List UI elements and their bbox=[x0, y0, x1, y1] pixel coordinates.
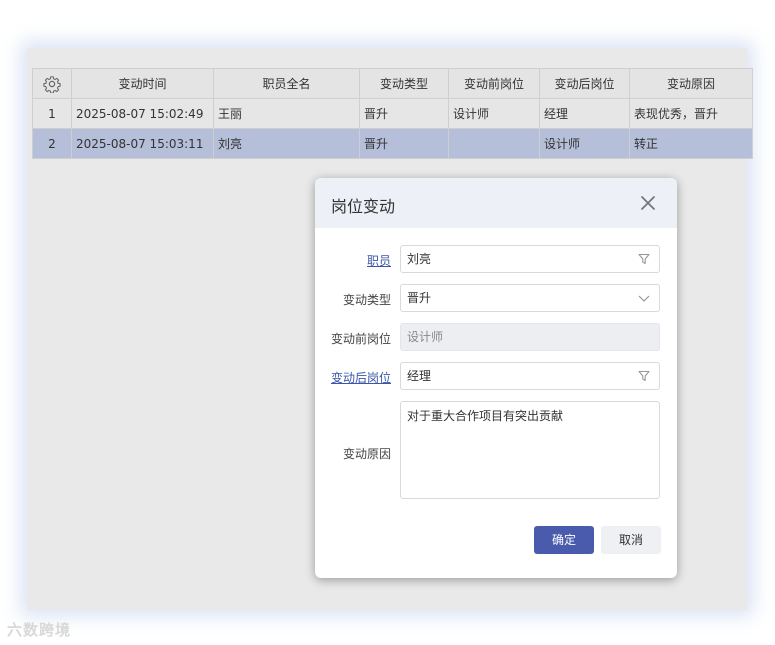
header-name[interactable]: 职员全名 bbox=[213, 68, 360, 99]
gear-icon[interactable] bbox=[43, 75, 61, 93]
change-table: 变动时间 职员全名 变动类型 变动前岗位 变动后岗位 变动原因 1 2025-0… bbox=[32, 68, 753, 159]
cell-name: 王丽 bbox=[213, 98, 360, 129]
table-header-row: 变动时间 职员全名 变动类型 变动前岗位 变动后岗位 变动原因 bbox=[32, 68, 753, 99]
cell-type: 晋升 bbox=[359, 98, 449, 129]
header-reason[interactable]: 变动原因 bbox=[629, 68, 753, 99]
position-change-dialog: 岗位变动 职员 刘亮 变动类型 晋升 变动前岗位 设计师 变动后岗位 经理 变动… bbox=[315, 178, 677, 578]
cell-type: 晋升 bbox=[359, 128, 449, 159]
employee-value: 刘亮 bbox=[407, 252, 432, 266]
row-number: 2 bbox=[32, 128, 72, 159]
table-row-selected[interactable]: 2 2025-08-07 15:03:11 刘亮 晋升 设计师 转正 bbox=[32, 128, 753, 159]
before-label: 变动前岗位 bbox=[330, 332, 391, 346]
type-select[interactable]: 晋升 bbox=[400, 284, 660, 312]
header-type[interactable]: 变动类型 bbox=[359, 68, 449, 99]
cell-time: 2025-08-07 15:03:11 bbox=[71, 128, 214, 159]
after-value: 经理 bbox=[407, 369, 432, 383]
after-label-link[interactable]: 变动后岗位 bbox=[331, 369, 391, 386]
type-label: 变动类型 bbox=[342, 293, 391, 307]
row-number: 1 bbox=[32, 98, 72, 129]
header-time[interactable]: 变动时间 bbox=[71, 68, 214, 99]
cell-after: 设计师 bbox=[539, 128, 630, 159]
before-field-disabled: 设计师 bbox=[400, 323, 660, 351]
watermark: 六数跨境 bbox=[7, 619, 71, 640]
filter-icon[interactable] bbox=[637, 252, 651, 266]
reason-label: 变动原因 bbox=[342, 447, 391, 461]
employee-field[interactable]: 刘亮 bbox=[400, 245, 660, 273]
header-after[interactable]: 变动后岗位 bbox=[539, 68, 630, 99]
cell-reason: 表现优秀，晋升 bbox=[629, 98, 753, 129]
cell-before bbox=[448, 128, 540, 159]
filter-icon[interactable] bbox=[637, 369, 651, 383]
type-value: 晋升 bbox=[407, 291, 432, 305]
before-placeholder: 设计师 bbox=[407, 330, 444, 344]
dialog-header: 岗位变动 bbox=[315, 178, 677, 228]
dialog-title: 岗位变动 bbox=[331, 197, 396, 216]
cancel-button[interactable]: 取消 bbox=[601, 526, 661, 554]
after-field[interactable]: 经理 bbox=[400, 362, 660, 390]
cell-reason: 转正 bbox=[629, 128, 753, 159]
reason-textarea[interactable]: 对于重大合作项目有突出贡献 bbox=[400, 401, 660, 499]
chevron-down-icon[interactable] bbox=[637, 291, 651, 305]
header-before[interactable]: 变动前岗位 bbox=[448, 68, 540, 99]
cell-time: 2025-08-07 15:02:49 bbox=[71, 98, 214, 129]
cell-after: 经理 bbox=[539, 98, 630, 129]
employee-label-link[interactable]: 职员 bbox=[367, 252, 391, 269]
cell-name: 刘亮 bbox=[213, 128, 360, 159]
close-icon[interactable] bbox=[639, 194, 657, 212]
table-row[interactable]: 1 2025-08-07 15:02:49 王丽 晋升 设计师 经理 表现优秀，… bbox=[32, 98, 753, 129]
cell-before: 设计师 bbox=[448, 98, 540, 129]
watermark-text: 六数跨境 bbox=[7, 621, 72, 639]
confirm-button[interactable]: 确定 bbox=[534, 526, 594, 554]
column-settings-header[interactable] bbox=[32, 68, 72, 99]
